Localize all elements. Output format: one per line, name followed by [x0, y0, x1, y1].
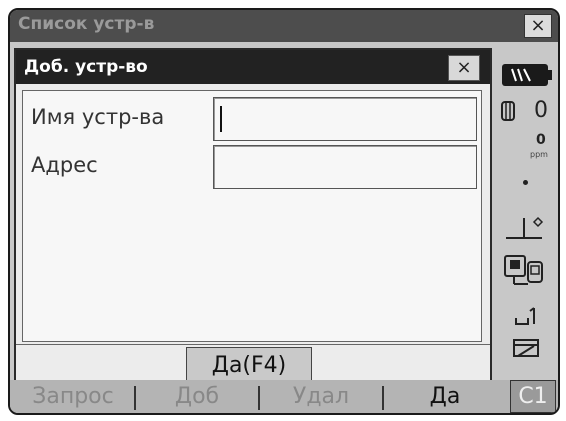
status-column: 0 0 ppm — [496, 46, 558, 376]
device-screen: Список устр-в × 0 0 ppm Доб. устр-во × И… — [8, 8, 560, 415]
prism-constant-value: 0 — [534, 98, 548, 123]
background-window-title: Список устр-в — [18, 14, 155, 34]
memory-card-icon — [512, 338, 542, 364]
mode-c1-button[interactable]: C1 — [510, 380, 556, 413]
address-label: Адрес — [31, 153, 98, 177]
address-field[interactable] — [213, 145, 477, 189]
device-name-label: Имя устр-ва — [31, 105, 165, 129]
query-key[interactable]: Запрос — [14, 382, 132, 411]
dialog-close-button[interactable]: × — [448, 55, 480, 81]
battery-icon — [502, 64, 548, 86]
input-mode-icon — [514, 304, 542, 332]
dialog-body: Имя устр-ва Адрес — [22, 90, 482, 342]
yes-key[interactable]: Да — [386, 382, 504, 411]
text-caret — [220, 106, 222, 132]
add-key[interactable]: Доб — [138, 382, 256, 411]
background-window-titlebar: Список устр-в × — [10, 10, 558, 42]
device-name-field[interactable] — [213, 97, 477, 141]
prism-icon — [500, 100, 516, 126]
level-icon — [502, 212, 550, 246]
background-close-button[interactable]: × — [524, 14, 552, 38]
dialog-title: Доб. устр-во — [24, 57, 148, 77]
add-device-dialog: Доб. устр-во × Имя устр-ва Адрес Да(F4) — [14, 48, 492, 388]
key-separator — [258, 386, 260, 410]
key-separator — [134, 386, 136, 410]
dialog-titlebar: Доб. устр-во × — [16, 50, 490, 84]
delete-key[interactable]: Удал — [262, 382, 380, 411]
ppm-unit: ppm — [530, 150, 548, 159]
function-key-bar: Запрос Доб Удал Да C1 — [10, 380, 558, 413]
key-separator — [382, 386, 384, 410]
device-communication-icon — [502, 254, 550, 292]
ppm-value: 0 — [536, 132, 546, 148]
battery-tip — [548, 70, 552, 80]
laser-dot-icon — [523, 180, 528, 185]
